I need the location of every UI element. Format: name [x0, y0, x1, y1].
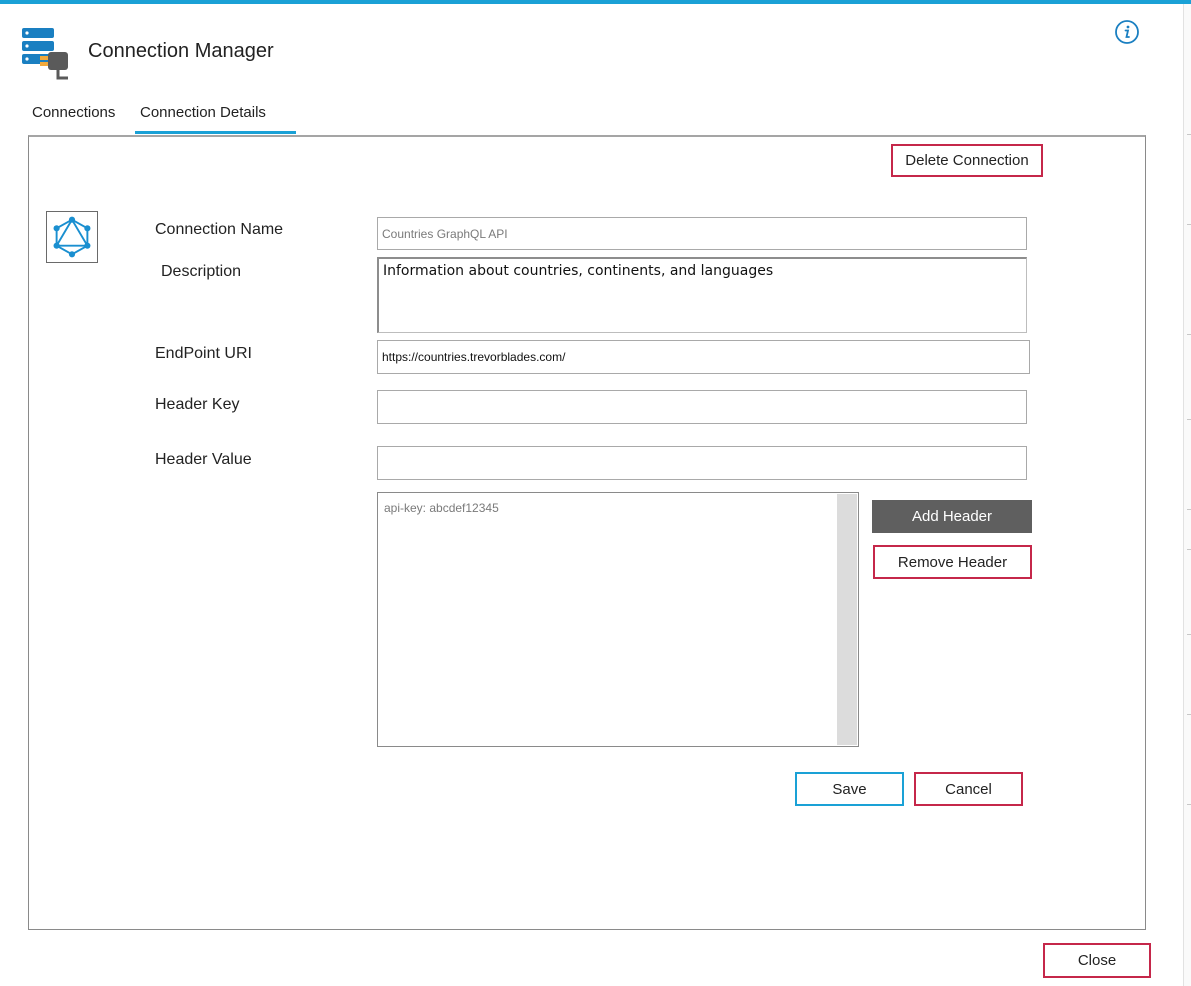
header-key-field[interactable] [377, 390, 1027, 424]
list-item[interactable]: api-key: abcdef12345 [384, 501, 499, 515]
tab-connection-details[interactable]: Connection Details [140, 104, 266, 121]
headers-list[interactable]: api-key: abcdef12345 [377, 492, 859, 747]
graphql-icon [46, 211, 98, 263]
tab-connections[interactable]: Connections [32, 104, 115, 121]
edge-tick [1187, 224, 1191, 225]
header-value-label: Header Value [155, 451, 252, 468]
add-header-button[interactable]: Add Header [872, 500, 1032, 533]
connection-name-field[interactable] [377, 217, 1027, 250]
description-label: Description [161, 263, 242, 280]
edge-tick [1187, 804, 1191, 805]
header-value-field[interactable] [377, 446, 1027, 480]
endpoint-uri-label: EndPoint URI [155, 345, 252, 362]
headers-list-scrollbar[interactable] [837, 494, 857, 745]
edge-tick [1187, 419, 1191, 420]
app-title: Connection Manager [88, 40, 274, 62]
active-tab-indicator [135, 131, 296, 134]
close-button[interactable]: Close [1043, 943, 1151, 978]
edge-tick [1187, 634, 1191, 635]
header-key-label: Header Key [155, 396, 240, 413]
connection-name-label: Connection Name [155, 221, 284, 238]
edge-tick [1187, 509, 1191, 510]
edge-tick [1187, 334, 1191, 335]
edge-tick [1187, 134, 1191, 135]
window-right-edge [1183, 4, 1191, 986]
connection-manager-window: Connection Manager Connections Connectio… [0, 0, 1191, 986]
edge-tick [1187, 549, 1191, 550]
window-top-accent [0, 0, 1191, 4]
endpoint-uri-field[interactable] [377, 340, 1030, 374]
description-field[interactable]: Information about countries, continents,… [377, 257, 1027, 333]
cancel-button[interactable]: Cancel [914, 772, 1023, 806]
remove-header-button[interactable]: Remove Header [873, 545, 1032, 579]
delete-connection-button[interactable]: Delete Connection [891, 144, 1043, 177]
edge-tick [1187, 714, 1191, 715]
server-plug-icon [22, 28, 68, 80]
info-icon[interactable] [1114, 19, 1140, 45]
save-button[interactable]: Save [795, 772, 904, 806]
